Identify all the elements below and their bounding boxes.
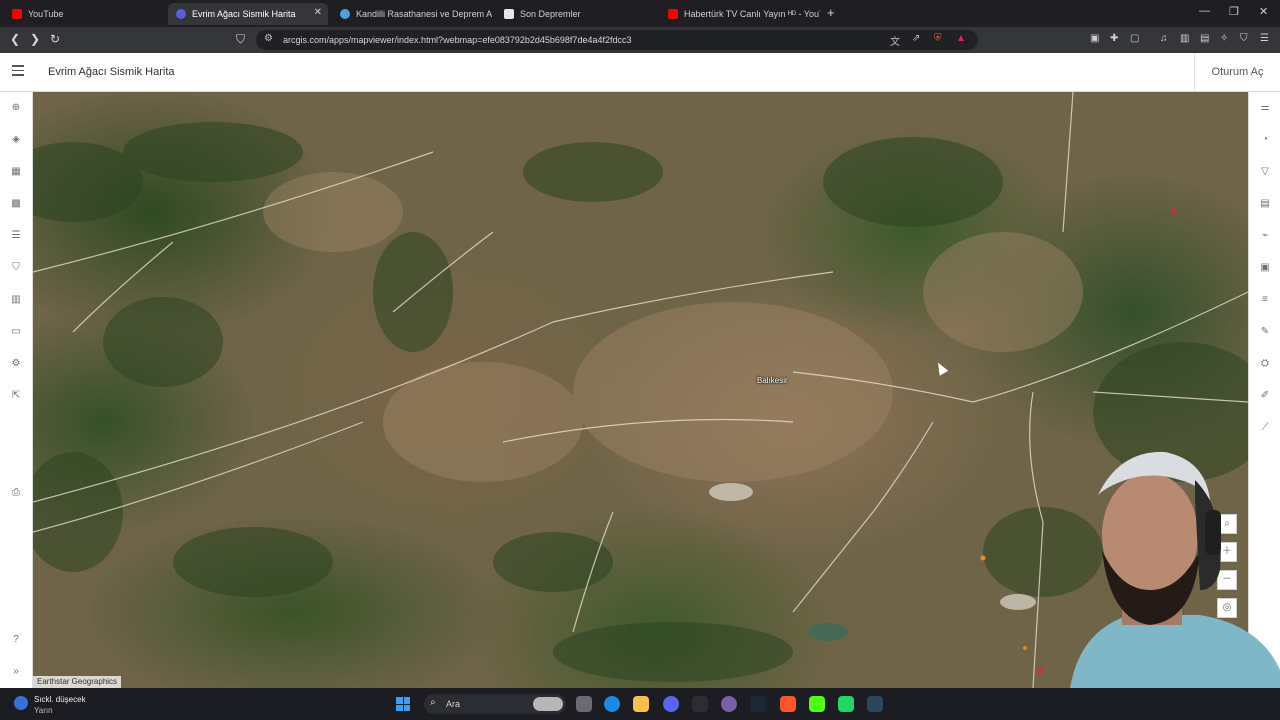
- kandilli-favicon-icon: [340, 9, 350, 19]
- task-view-icon[interactable]: [576, 696, 592, 712]
- taskbar-search[interactable]: ⌕ Ara: [424, 694, 566, 714]
- share-page-icon[interactable]: ⇗: [912, 33, 920, 44]
- weather-icon: [14, 696, 28, 710]
- tab-title: Son Depremler: [520, 9, 581, 19]
- app-icon[interactable]: [692, 696, 708, 712]
- tab-title: Habertürk TV Canlı Yayın ᴴᴰ - YouTub: [684, 9, 820, 19]
- media-icon[interactable]: ♫: [1160, 33, 1168, 44]
- tab-kandilli[interactable]: Kandilli Rasathanesi ve Deprem Araşt: [332, 3, 492, 25]
- vpn-icon[interactable]: ⛉: [1240, 33, 1248, 44]
- add-icon[interactable]: ⊕: [10, 102, 22, 114]
- file-explorer-icon[interactable]: [633, 696, 649, 712]
- arcgis-favicon-icon: [176, 9, 186, 19]
- filter-sliders-icon[interactable]: ⚌: [1259, 102, 1271, 114]
- steam-icon[interactable]: [750, 696, 766, 712]
- os-taskbar: Sıckl. düşecek Yarın ⌕ Ara: [0, 688, 1280, 720]
- brave-shield-icon[interactable]: ⛨: [934, 33, 942, 44]
- leo-icon[interactable]: ✧: [1220, 33, 1228, 44]
- weather-text: Sıckl. düşecek: [34, 695, 86, 704]
- minimize-button[interactable]: —: [1199, 5, 1210, 17]
- browser-toolbar: ❮ ❯ ↻ ⛉ ⚙ arcgis.com/apps/mapviewer/inde…: [0, 27, 1280, 53]
- wallet-icon[interactable]: ▤: [1200, 33, 1209, 44]
- tab-title: YouTube: [28, 9, 64, 19]
- browser-tab-strip: YouTube Evrim Ağacı Sismik Harita ✕ Kand…: [0, 0, 1280, 27]
- menu-icon[interactable]: ☰: [1260, 33, 1269, 44]
- tab-close-icon[interactable]: ✕: [314, 7, 322, 18]
- address-bar[interactable]: ⚙ arcgis.com/apps/mapviewer/index.html?w…: [256, 30, 978, 50]
- close-window-button[interactable]: ✕: [1259, 5, 1268, 18]
- windows-start-icon[interactable]: [396, 697, 410, 711]
- analysis-icon[interactable]: ⛭: [1259, 358, 1271, 370]
- properties-icon[interactable]: ▭: [10, 326, 22, 338]
- edit-icon[interactable]: ✎: [1259, 326, 1271, 338]
- tab-title: Kandilli Rasathanesi ve Deprem Araşt: [356, 9, 492, 19]
- app-header: Evrim Ağacı Sismik Harita Oturum Aç: [0, 53, 1280, 92]
- app-title: Evrim Ağacı Sismik Harita: [48, 66, 175, 78]
- translate-icon[interactable]: 文: [890, 33, 900, 48]
- bookmark-icon[interactable]: ⛉: [10, 262, 22, 274]
- youtube-favicon-icon: [12, 9, 22, 19]
- bookmark-page-icon[interactable]: ⛉: [236, 32, 245, 47]
- puzzle-icon[interactable]: ✚: [1110, 33, 1118, 44]
- sidebar-icon[interactable]: ▥: [1180, 33, 1189, 44]
- kick-icon[interactable]: [809, 696, 825, 712]
- tab-title: Evrim Ağacı Sismik Harita: [192, 9, 296, 19]
- hamburger-menu-icon[interactable]: [12, 65, 24, 77]
- layers-icon[interactable]: ◈: [10, 134, 22, 146]
- whatsapp-icon[interactable]: [838, 696, 854, 712]
- sketch-icon[interactable]: ✐: [1259, 390, 1271, 402]
- expand-icon[interactable]: »: [10, 666, 22, 678]
- tab-haberturk[interactable]: Habertürk TV Canlı Yayın ᴴᴰ - YouTub: [660, 3, 820, 25]
- weather-subtext: Yarın: [34, 706, 53, 715]
- url-text[interactable]: arcgis.com/apps/mapviewer/index.html?web…: [283, 35, 631, 45]
- reload-icon[interactable]: ↻: [50, 32, 60, 46]
- city-label: Balıkesir: [757, 376, 788, 385]
- search-label: Ara: [446, 699, 461, 709]
- search-icon: ⌕: [430, 697, 436, 708]
- tab-evrim-agaci[interactable]: Evrim Ağacı Sismik Harita ✕: [168, 3, 328, 25]
- site-info-icon[interactable]: ⚙: [264, 33, 273, 44]
- left-toolbar: ⊕ ◈ ▦ ▩ ☰ ⛉ ▥ ▭ ⚙ ⇱ ⎙ ? »: [0, 92, 33, 688]
- forward-icon[interactable]: ❯: [30, 32, 40, 46]
- steam-alt-icon[interactable]: [867, 696, 883, 712]
- screenshot-icon[interactable]: ▢: [1130, 33, 1139, 44]
- measure-icon[interactable]: ⟋: [1259, 422, 1271, 434]
- new-tab-button[interactable]: +: [827, 5, 835, 20]
- share-icon[interactable]: ⇱: [10, 390, 22, 402]
- tab-youtube[interactable]: YouTube: [4, 3, 164, 25]
- brave-browser-icon[interactable]: [780, 696, 796, 712]
- basemap-icon[interactable]: ▩: [10, 198, 22, 210]
- youtube-favicon-icon: [668, 9, 678, 19]
- page-favicon-icon: [504, 9, 514, 19]
- obs-icon[interactable]: [721, 696, 737, 712]
- help-icon[interactable]: ?: [10, 634, 22, 646]
- map-attribution: Earthstar Geographics: [33, 676, 122, 688]
- fields-icon[interactable]: ▣: [1259, 262, 1271, 274]
- extension-icon[interactable]: ▣: [1090, 33, 1099, 44]
- screen: YouTube Evrim Ağacı Sismik Harita ✕ Kand…: [0, 0, 1280, 720]
- styles-icon[interactable]: ◔: [1259, 134, 1271, 146]
- legend-icon[interactable]: ☰: [10, 230, 22, 242]
- discord-icon[interactable]: [663, 696, 679, 712]
- print-icon[interactable]: ⎙: [10, 487, 22, 499]
- brave-rewards-icon[interactable]: ▲: [956, 33, 966, 44]
- maximize-button[interactable]: ❐: [1229, 5, 1239, 18]
- effects-icon[interactable]: ▤: [1259, 198, 1271, 210]
- settings-icon[interactable]: ⚙: [10, 358, 22, 370]
- table-icon[interactable]: ▦: [10, 166, 22, 178]
- back-icon[interactable]: ❮: [10, 32, 20, 46]
- chart-icon[interactable]: ▥: [10, 294, 22, 306]
- pop-up-icon[interactable]: ⌁: [1259, 230, 1271, 242]
- edge-icon[interactable]: [604, 696, 620, 712]
- filter-icon[interactable]: ▽: [1259, 166, 1271, 178]
- labels-icon[interactable]: ≡: [1259, 294, 1271, 306]
- tab-son-depremler[interactable]: Son Depremler: [496, 3, 656, 25]
- webcam-overlay: [1070, 451, 1280, 688]
- sign-in-button[interactable]: Oturum Aç: [1194, 53, 1280, 91]
- search-highlight-image: [533, 697, 563, 711]
